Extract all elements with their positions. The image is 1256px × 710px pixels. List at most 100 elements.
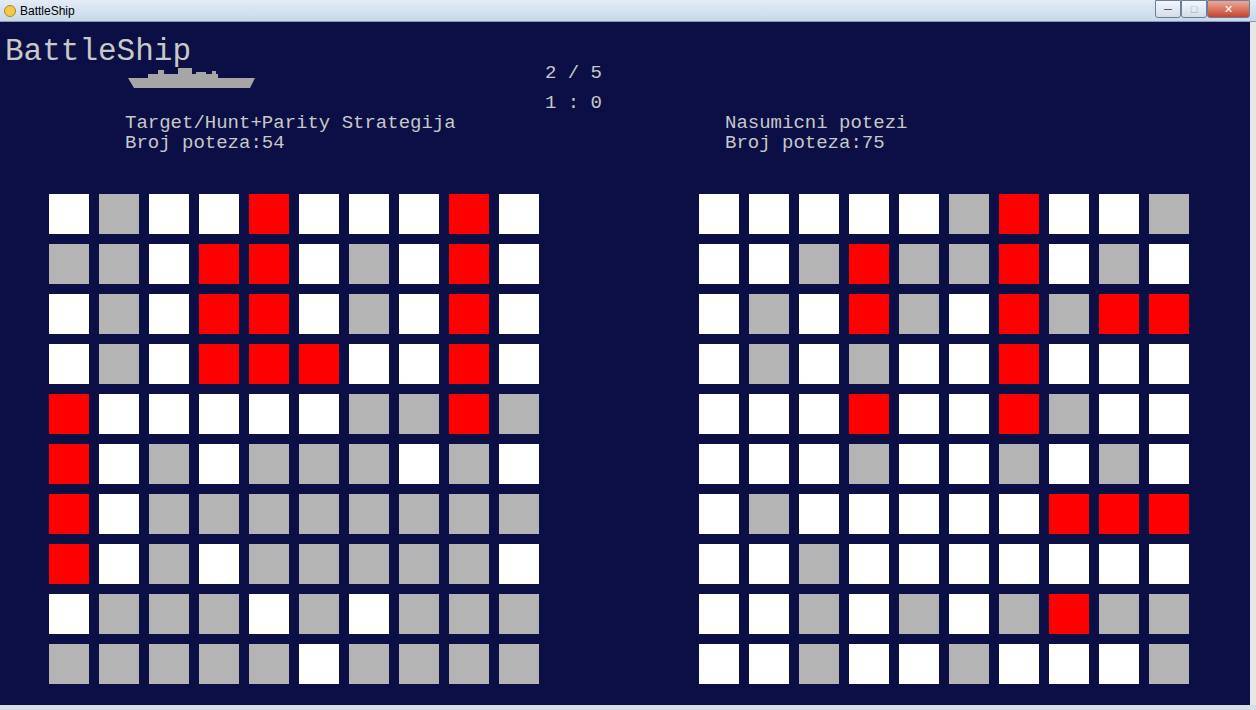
board-cell[interactable] <box>99 344 139 384</box>
board-cell[interactable] <box>299 394 339 434</box>
board-cell[interactable] <box>1049 394 1089 434</box>
board-cell[interactable] <box>749 494 789 534</box>
board-cell[interactable] <box>199 394 239 434</box>
board-cell[interactable] <box>749 444 789 484</box>
board-cell[interactable] <box>999 444 1039 484</box>
board-cell[interactable] <box>499 244 539 284</box>
board-cell[interactable] <box>199 444 239 484</box>
board-cell[interactable] <box>299 644 339 684</box>
board-cell[interactable] <box>799 244 839 284</box>
board-cell[interactable] <box>1049 294 1089 334</box>
board-cell[interactable] <box>499 344 539 384</box>
board-cell[interactable] <box>699 344 739 384</box>
board-cell[interactable] <box>249 444 289 484</box>
board-cell[interactable] <box>399 244 439 284</box>
board-cell[interactable] <box>749 244 789 284</box>
board-cell[interactable] <box>249 244 289 284</box>
board-cell[interactable] <box>949 294 989 334</box>
board-cell[interactable] <box>49 494 89 534</box>
board-cell[interactable] <box>949 494 989 534</box>
board-cell[interactable] <box>99 494 139 534</box>
board-cell[interactable] <box>249 194 289 234</box>
board-cell[interactable] <box>199 344 239 384</box>
board-cell[interactable] <box>799 444 839 484</box>
board-cell[interactable] <box>399 494 439 534</box>
board-cell[interactable] <box>749 544 789 584</box>
board-cell[interactable] <box>1149 344 1189 384</box>
board-cell[interactable] <box>949 544 989 584</box>
board-cell[interactable] <box>999 294 1039 334</box>
board-cell[interactable] <box>149 594 189 634</box>
board-cell[interactable] <box>699 294 739 334</box>
board-cell[interactable] <box>749 344 789 384</box>
board-cell[interactable] <box>1049 494 1089 534</box>
board-cell[interactable] <box>1049 194 1089 234</box>
board-cell[interactable] <box>49 244 89 284</box>
board-cell[interactable] <box>349 444 389 484</box>
board-cell[interactable] <box>699 494 739 534</box>
board-cell[interactable] <box>249 594 289 634</box>
board-cell[interactable] <box>449 344 489 384</box>
board-cell[interactable] <box>1099 194 1139 234</box>
close-button[interactable]: ✕ <box>1207 0 1250 18</box>
board-cell[interactable] <box>949 344 989 384</box>
board-cell[interactable] <box>749 594 789 634</box>
board-cell[interactable] <box>999 244 1039 284</box>
board-cell[interactable] <box>249 644 289 684</box>
board-cell[interactable] <box>99 294 139 334</box>
board-cell[interactable] <box>149 644 189 684</box>
board-cell[interactable] <box>1099 644 1139 684</box>
board-cell[interactable] <box>399 194 439 234</box>
board-cell[interactable] <box>249 294 289 334</box>
board-cell[interactable] <box>349 544 389 584</box>
board-cell[interactable] <box>749 394 789 434</box>
board-cell[interactable] <box>349 394 389 434</box>
board-cell[interactable] <box>99 244 139 284</box>
board-cell[interactable] <box>999 594 1039 634</box>
board-cell[interactable] <box>299 194 339 234</box>
board-cell[interactable] <box>1049 544 1089 584</box>
board-cell[interactable] <box>899 344 939 384</box>
board-cell[interactable] <box>849 244 889 284</box>
board-cell[interactable] <box>199 244 239 284</box>
board-cell[interactable] <box>899 594 939 634</box>
board-cell[interactable] <box>799 594 839 634</box>
board-cell[interactable] <box>1149 494 1189 534</box>
board-cell[interactable] <box>1099 444 1139 484</box>
board-cell[interactable] <box>349 594 389 634</box>
board-cell[interactable] <box>99 644 139 684</box>
board-cell[interactable] <box>449 644 489 684</box>
board-cell[interactable] <box>899 444 939 484</box>
board-cell[interactable] <box>999 194 1039 234</box>
board-cell[interactable] <box>199 544 239 584</box>
board-cell[interactable] <box>299 344 339 384</box>
board-cell[interactable] <box>149 494 189 534</box>
scrollbar[interactable] <box>1250 22 1256 705</box>
board-cell[interactable] <box>849 294 889 334</box>
board-cell[interactable] <box>1099 244 1139 284</box>
board-cell[interactable] <box>49 194 89 234</box>
board-cell[interactable] <box>199 494 239 534</box>
board-cell[interactable] <box>899 494 939 534</box>
board-cell[interactable] <box>899 394 939 434</box>
board-cell[interactable] <box>1049 594 1089 634</box>
board-cell[interactable] <box>499 394 539 434</box>
board-cell[interactable] <box>399 444 439 484</box>
board-cell[interactable] <box>449 294 489 334</box>
board-cell[interactable] <box>1149 594 1189 634</box>
board-cell[interactable] <box>499 194 539 234</box>
board-cell[interactable] <box>1049 344 1089 384</box>
board-cell[interactable] <box>199 594 239 634</box>
board-cell[interactable] <box>249 544 289 584</box>
board-cell[interactable] <box>49 594 89 634</box>
board-cell[interactable] <box>899 644 939 684</box>
board-cell[interactable] <box>999 494 1039 534</box>
board-cell[interactable] <box>1099 294 1139 334</box>
board-cell[interactable] <box>699 394 739 434</box>
board-cell[interactable] <box>799 344 839 384</box>
board-cell[interactable] <box>849 344 889 384</box>
board-cell[interactable] <box>849 544 889 584</box>
board-cell[interactable] <box>1099 394 1139 434</box>
board-cell[interactable] <box>499 594 539 634</box>
board-cell[interactable] <box>499 544 539 584</box>
